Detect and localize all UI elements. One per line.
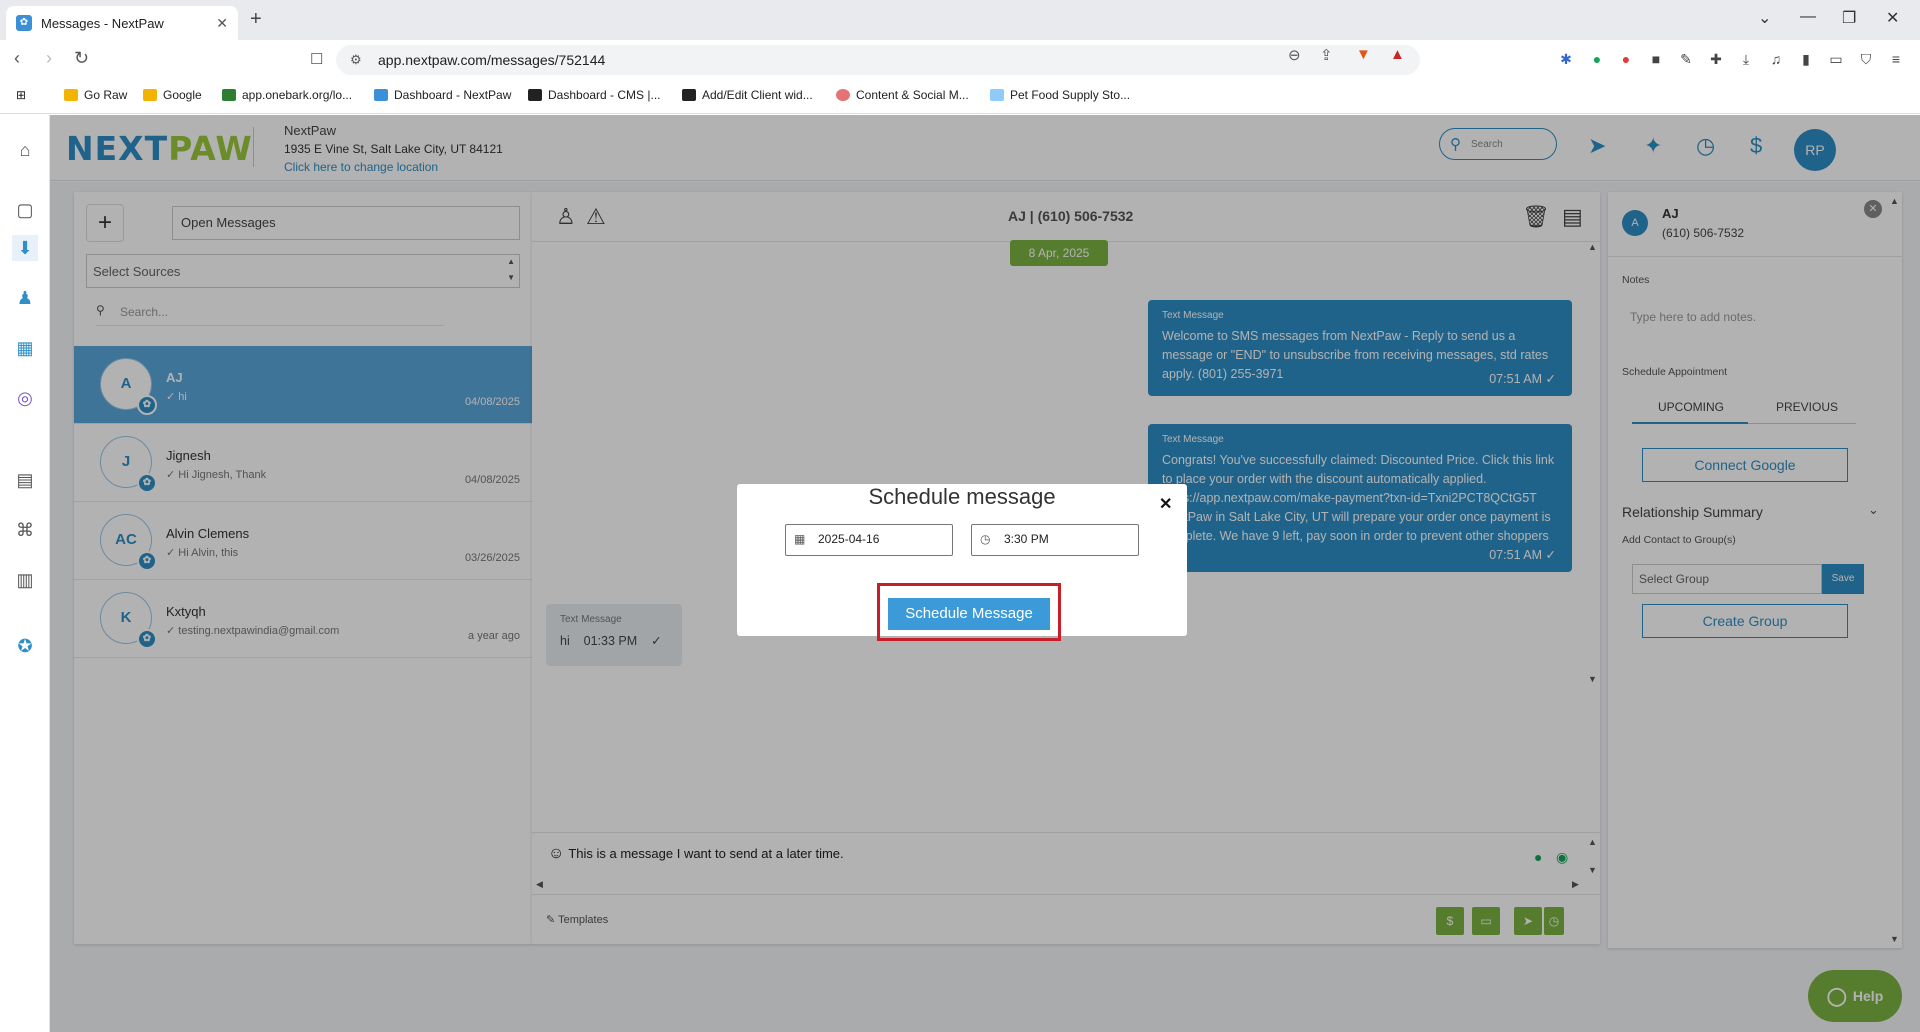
messages-nav-icon[interactable]: ⬇ (12, 235, 38, 261)
store-icon[interactable]: ⌘ (12, 517, 38, 543)
rewards-icon[interactable]: ✪ (12, 633, 38, 659)
reload-icon[interactable]: ↻ (74, 48, 89, 69)
cms-icon (682, 89, 696, 101)
bookmark-google[interactable]: Google (143, 88, 202, 102)
nextpaw-icon (374, 89, 388, 101)
pet-supply-icon (990, 89, 1004, 101)
sidebar-toggle-icon[interactable]: ▮ (1796, 49, 1816, 69)
folder-icon (143, 89, 157, 101)
asana-icon (836, 89, 850, 101)
extension-snowflake-icon[interactable]: ✱ (1556, 49, 1576, 69)
modal-title: Schedule message (868, 484, 1056, 509)
extensions-puzzle-icon[interactable]: ✚ (1706, 49, 1726, 69)
close-window-icon[interactable]: ✕ (1886, 8, 1899, 28)
bookmark-pet-food-supply[interactable]: Pet Food Supply Sto... (990, 88, 1130, 102)
bookmark-icon[interactable]: ☐ (310, 50, 323, 68)
nextpaw-favicon-icon: ✿ (16, 15, 32, 31)
date-value: 2025-04-16 (818, 532, 880, 546)
bookmark-label: Content & Social M... (856, 88, 969, 102)
time-input[interactable]: ◷ 3:30 PM (971, 524, 1139, 556)
app-side-nav: ⌂ ▢ ⬇ ♟ ▦ ◎ ▤ ⌘ ▥ ✪ (0, 115, 50, 1032)
brave-shield-icon[interactable]: ▼ (1356, 46, 1371, 63)
bookmark-content-social[interactable]: Content & Social M... (836, 88, 969, 102)
share-icon[interactable]: ⇪ (1320, 46, 1333, 64)
apps-grid-icon[interactable]: ⊞ (16, 88, 26, 102)
time-value: 3:30 PM (1004, 532, 1049, 546)
close-modal-icon[interactable]: ✕ (1159, 494, 1172, 514)
clock-icon: ◷ (980, 532, 991, 546)
schedule-message-button[interactable]: Schedule Message (888, 598, 1050, 630)
browser-tab[interactable]: ✿ Messages - NextPaw ✕ (6, 6, 238, 40)
onebark-icon (222, 89, 236, 101)
brave-rewards-icon[interactable]: ▲ (1390, 46, 1405, 63)
extension-red-icon[interactable]: ● (1616, 49, 1636, 69)
bookmark-label: Dashboard - NextPaw (394, 88, 512, 102)
download-icon[interactable]: ⤓ (1736, 49, 1756, 69)
bookmark-label: app.onebark.org/lo... (242, 88, 353, 102)
bookmark-label: Add/Edit Client wid... (702, 88, 813, 102)
close-tab-icon[interactable]: ✕ (216, 15, 228, 32)
date-input[interactable]: ▦ 2025-04-16 (785, 524, 953, 556)
brain-icon[interactable]: ◎ (12, 385, 38, 411)
bookmark-onebark[interactable]: app.onebark.org/lo... (222, 88, 352, 102)
minimize-icon[interactable]: — (1800, 8, 1816, 26)
url-text: app.nextpaw.com/messages/752144 (378, 52, 606, 68)
campaigns-icon[interactable]: ▦ (12, 335, 38, 361)
bookmark-label: Pet Food Supply Sto... (1010, 88, 1131, 102)
bookmark-label: Dashboard - CMS |... (548, 88, 661, 102)
restore-icon[interactable]: ❐ (1842, 8, 1856, 28)
cms-icon (528, 89, 542, 101)
browser-tabbar: ✿ Messages - NextPaw ✕ + ⌄ — ❐ ✕ (0, 0, 1920, 40)
bookmark-dashboard-nextpaw[interactable]: Dashboard - NextPaw (374, 88, 511, 102)
forward-icon[interactable]: › (46, 48, 52, 69)
address-toolbar: ‹ › ↻ ☐ ⚙ app.nextpaw.com/messages/75214… (0, 40, 1920, 80)
bookmark-add-edit-client[interactable]: Add/Edit Client wid... (682, 88, 813, 102)
bookmark-label: Go Raw (84, 88, 128, 102)
site-info-icon[interactable]: ⚙ (350, 52, 362, 68)
chat-icon[interactable]: ▢ (12, 197, 38, 223)
media-icon[interactable]: ♫ (1766, 49, 1786, 69)
extension-pen-icon[interactable]: ✎ (1676, 49, 1696, 69)
home-icon[interactable]: ⌂ (12, 137, 38, 163)
back-icon[interactable]: ‹ (14, 48, 20, 69)
vpn-icon[interactable]: ⛉ (1856, 49, 1876, 69)
settings-icon[interactable]: ▥ (12, 567, 38, 593)
menu-icon[interactable]: ≡ (1886, 49, 1906, 69)
bookmark-dashboard-cms[interactable]: Dashboard - CMS |... (528, 88, 661, 102)
folder-icon (64, 89, 78, 101)
new-tab-icon[interactable]: + (250, 8, 262, 31)
bookmark-go-raw[interactable]: Go Raw (64, 88, 127, 102)
customers-icon[interactable]: ♟ (12, 285, 38, 311)
calendar-icon: ▦ (794, 532, 806, 546)
bookmarks-bar: ⊞ Go Raw Google app.onebark.org/lo... Da… (0, 80, 1920, 114)
bookmark-label: Google (163, 88, 202, 102)
wallet-icon[interactable]: ▭ (1826, 49, 1846, 69)
grammarly-extension-icon[interactable]: ● (1587, 49, 1607, 69)
tab-list-icon[interactable]: ⌄ (1758, 8, 1771, 28)
tab-title: Messages - NextPaw (41, 15, 164, 31)
zoom-icon[interactable]: ⊖ (1288, 46, 1301, 64)
reports-icon[interactable]: ▤ (12, 467, 38, 493)
extension-s-icon[interactable]: ■ (1646, 49, 1666, 69)
url-bar[interactable]: ⚙ app.nextpaw.com/messages/752144 (336, 45, 1420, 75)
